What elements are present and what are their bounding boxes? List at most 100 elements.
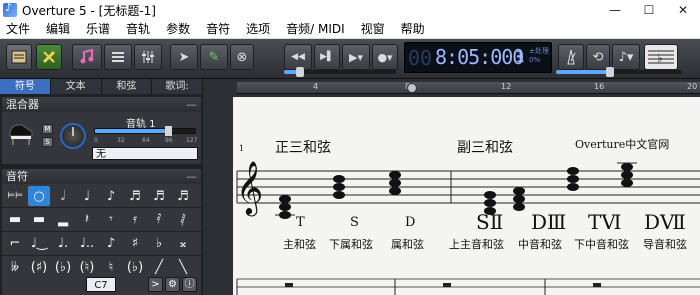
eighth-note-icon[interactable]: ♪	[100, 186, 122, 206]
menu-file[interactable]: 文件	[0, 20, 38, 39]
record-button[interactable]: ●▾	[372, 44, 398, 70]
courtesy-sharp-icon[interactable]: (♯)	[28, 257, 50, 277]
half-note-icon[interactable]: 𝅗𝅥	[52, 186, 74, 206]
pan-knob[interactable]	[60, 123, 86, 149]
tempo-slider-knob[interactable]	[296, 67, 304, 77]
tie-note-icon[interactable]: ♩‿	[28, 233, 50, 253]
tab-text[interactable]: 文本	[51, 79, 102, 94]
palette-tabs: 符号 文本 和弦 歌词:	[0, 79, 203, 94]
score-page[interactable]: 𝄞 1 正三和弦 副三和弦 Overture中文官网 T S D SⅡ DⅢ T…	[233, 97, 700, 295]
info-button[interactable]: ⓘ	[182, 277, 197, 292]
double-dot-icon[interactable]: ♩..	[76, 233, 98, 253]
half-rest-icon[interactable]: ▂	[52, 209, 74, 229]
function-symbol: D	[405, 215, 416, 230]
playhead-marker[interactable]	[407, 83, 417, 93]
chord-dominant	[389, 171, 401, 195]
dot-icon[interactable]: ♩.	[52, 233, 74, 253]
menu-parameters[interactable]: 参数	[158, 20, 198, 39]
window-controls: — ☐ ✕	[598, 3, 700, 17]
score-view-button[interactable]	[6, 44, 32, 70]
double-flat-icon[interactable]: 𝄫	[4, 257, 26, 277]
eighth-rest-icon[interactable]: 𝄾	[100, 209, 122, 229]
delete-tool-button[interactable]: ⊗	[230, 44, 254, 70]
metronome-button[interactable]	[558, 44, 584, 70]
arrow-pointer-icon: ➤	[178, 49, 190, 65]
track-list-button[interactable]	[104, 44, 132, 70]
chord-name: 中音和弦	[518, 238, 562, 251]
thirty-second-rest-icon[interactable]: 𝅀	[148, 209, 170, 229]
select-tool-button[interactable]: ➤	[170, 44, 198, 70]
volume-slider[interactable]	[556, 67, 682, 77]
piano-icon	[9, 124, 33, 145]
solo-button[interactable]: S	[42, 137, 53, 147]
double-whole-note-icon[interactable]: ⊨⊨	[4, 186, 26, 206]
courtesy-flat-icon[interactable]: (♭)	[52, 257, 74, 277]
courtesy-double-flat-icon[interactable]: (♭)	[124, 257, 146, 277]
track-volume-knob[interactable]	[165, 126, 172, 136]
step-forward-button[interactable]: ▶▌	[314, 44, 340, 70]
sixty-fourth-note-icon[interactable]: ♬	[172, 186, 194, 206]
mute-button[interactable]: M	[42, 124, 53, 134]
menu-window[interactable]: 视窗	[353, 20, 393, 39]
mixer-header[interactable]: 混合器 —	[2, 97, 201, 112]
thirty-second-note-icon[interactable]: ♬	[148, 186, 170, 206]
tie-icon[interactable]: ⌐	[4, 233, 26, 253]
menu-score[interactable]: 乐谱	[78, 20, 118, 39]
slash-icon[interactable]: ╱	[148, 257, 170, 277]
maximize-button[interactable]: ☐	[632, 3, 666, 17]
measure-ruler[interactable]: 4 8 12 16 20	[237, 82, 700, 94]
sharp-icon[interactable]: ♯	[124, 233, 146, 253]
minimize-button[interactable]: —	[598, 3, 632, 17]
line-icon[interactable]: ╲	[172, 257, 194, 277]
sixty-fourth-rest-icon[interactable]: 𝅁	[172, 209, 194, 229]
menu-help[interactable]: 帮助	[393, 20, 433, 39]
quarter-note-icon[interactable]: ♩	[76, 186, 98, 206]
track-volume-slider[interactable]	[94, 126, 196, 136]
window-title: Overture 5 - [无标题-1]	[22, 3, 156, 18]
menu-notes[interactable]: 音符	[198, 20, 238, 39]
courtesy-natural-icon[interactable]: (♮)	[76, 257, 98, 277]
volume-scale-tick: 127	[186, 137, 198, 144]
menu-edit[interactable]: 编辑	[38, 20, 78, 39]
settings-button[interactable]: ⚙	[165, 277, 180, 292]
second-staff-lines	[237, 278, 700, 288]
arrow-right-button[interactable]: >	[148, 277, 163, 292]
tab-symbols[interactable]: 符号	[0, 79, 51, 94]
staff-symbol-button[interactable]: ♭	[644, 44, 678, 70]
loop-button[interactable]: ⟲	[586, 44, 610, 70]
chord-leading-tone	[617, 162, 637, 187]
tab-chords[interactable]: 和弦	[102, 79, 153, 94]
sixteenth-rest-icon[interactable]: 𝄿	[124, 209, 146, 229]
double-whole-rest-icon[interactable]: ▬	[4, 209, 26, 229]
play-button[interactable]: ▶▾	[342, 44, 370, 70]
collapse-icon[interactable]: —	[186, 169, 197, 184]
double-sharp-icon[interactable]: 𝄪	[172, 233, 194, 253]
close-button[interactable]: ✕	[666, 3, 700, 17]
natural-icon[interactable]: ♮	[100, 257, 122, 277]
menu-track[interactable]: 音轨	[118, 20, 158, 39]
instrument-field[interactable]: 无	[92, 147, 198, 160]
whole-rest-icon[interactable]: ▬	[28, 209, 50, 229]
tempo-slider[interactable]	[284, 67, 396, 77]
flat-icon[interactable]: ♭	[148, 233, 170, 253]
sixteenth-note-icon[interactable]: ♬	[124, 186, 146, 206]
notes-header[interactable]: 音符 —	[2, 169, 201, 184]
score-area: 4 8 12 16 20 𝄞	[203, 79, 700, 295]
volume-slider-knob[interactable]	[606, 67, 614, 77]
tools-button[interactable]	[36, 44, 62, 70]
chord-input-field[interactable]: C7	[86, 277, 116, 292]
notes-palette-button[interactable]	[72, 44, 102, 70]
menu-options[interactable]: 选项	[238, 20, 278, 39]
menu-audio-midi[interactable]: 音频/ MIDI	[278, 20, 353, 39]
left-panel: 符号 文本 和弦 歌词: 混合器 — M S 音轨 1 0 32 64 96 1…	[0, 79, 203, 295]
quarter-rest-icon[interactable]: 𝄽	[76, 209, 98, 229]
note-value-button[interactable]: ♪▾	[612, 44, 640, 70]
whole-note-icon[interactable]: ○	[28, 186, 50, 206]
pencil-tool-button[interactable]: ✎	[200, 44, 228, 70]
mixer-button[interactable]	[134, 44, 162, 70]
lcd-processing: ±处理 0%	[529, 47, 549, 65]
grace-note-icon[interactable]: ♪	[100, 233, 122, 253]
collapse-icon[interactable]: —	[186, 97, 197, 112]
whole-rest-icon	[443, 283, 451, 287]
tab-lyrics[interactable]: 歌词:	[152, 79, 203, 94]
